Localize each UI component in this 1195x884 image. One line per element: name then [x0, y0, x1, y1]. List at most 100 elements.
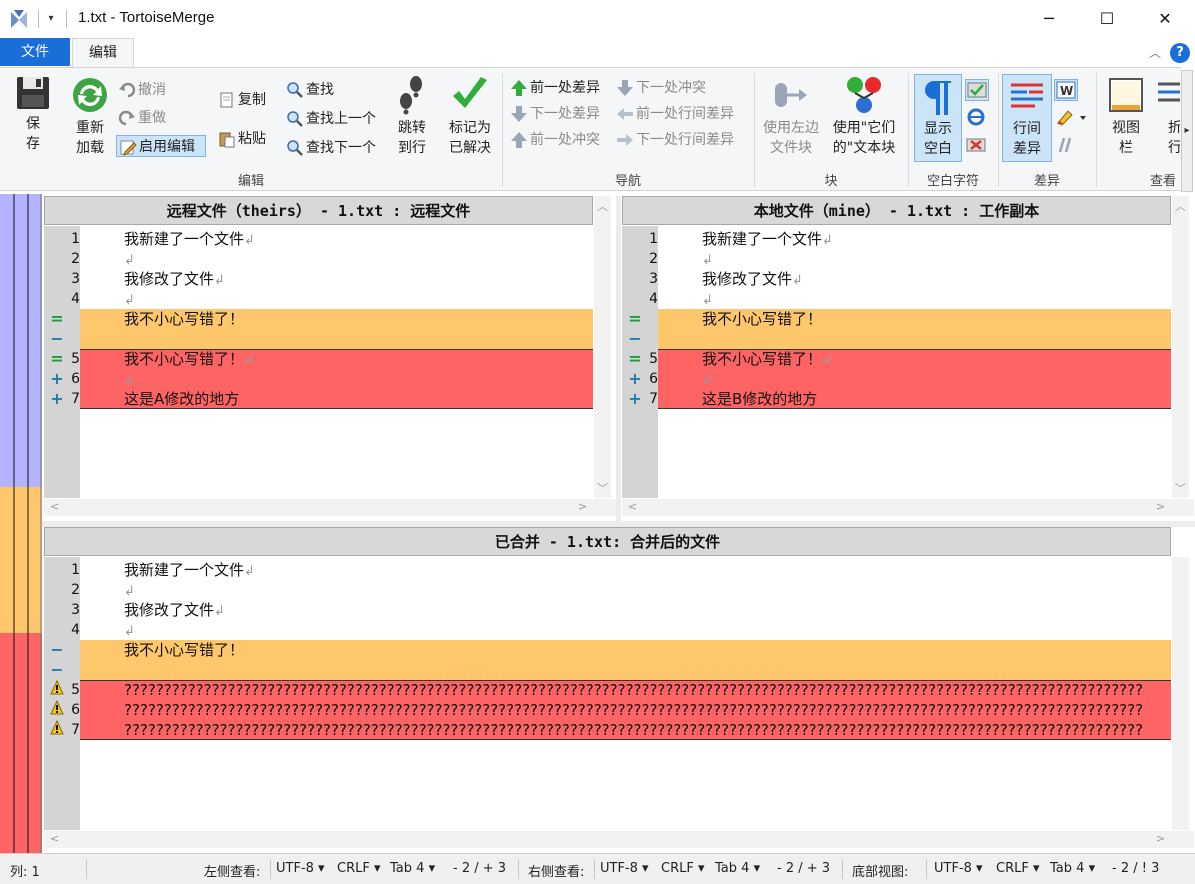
theirs-pane[interactable]: 远程文件（theirs） - 1.txt : 远程文件 1 我新建了一个文件↲ 2 ↲…: [44, 196, 616, 521]
show-whitespace-button[interactable]: 显示 空白: [914, 74, 962, 162]
diff-line[interactable]: − 我不小心写错了！: [44, 640, 1171, 660]
diff-line[interactable]: 3 我修改了文件↲: [622, 269, 1171, 289]
ignore-case-button[interactable]: [1054, 135, 1078, 157]
right-encoding-dropdown[interactable]: UTF-8 ▾: [600, 861, 649, 876]
vertical-scrollbar[interactable]: ︿ ﹀: [1172, 196, 1189, 498]
goto-line-button[interactable]: 跳转 到行: [390, 74, 434, 158]
close-button[interactable]: ✕: [1136, 0, 1194, 38]
tab-edit[interactable]: 编辑: [72, 38, 134, 68]
prev-inline-diff-button[interactable]: 前一处行间差异: [616, 103, 734, 125]
diff-line[interactable]: 4 ↲: [622, 289, 1171, 309]
scroll-right-icon[interactable]: >: [1152, 832, 1169, 845]
ribbon-scroll-right-icon[interactable]: ▸: [1181, 70, 1193, 192]
diff-line[interactable]: 4 ↲: [44, 620, 1171, 640]
diff-line[interactable]: +6 ↲: [622, 369, 1171, 389]
diff-line[interactable]: 2 ↲: [44, 580, 1171, 600]
diff-line[interactable]: 1 我新建了一个文件↲: [44, 560, 1171, 580]
left-eol-dropdown[interactable]: CRLF ▾: [337, 861, 381, 876]
scroll-left-icon[interactable]: <: [46, 500, 63, 513]
vertical-scrollbar[interactable]: ︿ ﹀: [594, 196, 611, 498]
diff-line[interactable]: 1 我新建了一个文件↲: [622, 229, 1171, 249]
diff-line[interactable]: 2 ↲: [44, 249, 593, 269]
bottom-encoding-dropdown[interactable]: UTF-8 ▾: [934, 861, 983, 876]
use-left-block-button[interactable]: 使用左边 文件块: [758, 74, 824, 158]
scroll-up-icon[interactable]: ︿: [594, 198, 611, 214]
find-next-button[interactable]: 查找下一个: [286, 137, 376, 159]
vertical-splitter[interactable]: [616, 196, 621, 521]
whitespace-option-3-button[interactable]: [965, 135, 989, 157]
scroll-right-icon[interactable]: >: [574, 500, 591, 513]
scroll-up-icon[interactable]: ︿: [1172, 198, 1189, 214]
undo-arrow-icon: [118, 81, 136, 99]
diff-line[interactable]: 2 ↲: [622, 249, 1171, 269]
ribbon-collapse-chevron-icon[interactable]: ︿: [1146, 44, 1164, 62]
scroll-left-icon[interactable]: <: [624, 500, 641, 513]
horizontal-scrollbar[interactable]: < >: [44, 499, 616, 516]
diff-line[interactable]: +6 ↲: [44, 369, 593, 389]
diff-line[interactable]: 4 ↲: [44, 289, 593, 309]
find-previous-button[interactable]: 查找上一个: [286, 108, 376, 130]
whitespace-option-2-button[interactable]: [965, 107, 989, 129]
mine-pane[interactable]: 本地文件（mine） - 1.txt : 工作副本 1 我新建了一个文件↲ 2 ↲ 3 我…: [622, 196, 1194, 521]
reload-button[interactable]: 重新 加载: [66, 74, 114, 158]
redo-button[interactable]: 重做: [118, 107, 166, 129]
diff-line[interactable]: −: [44, 660, 1171, 680]
right-encoding-value: UTF-8: [600, 861, 638, 876]
diff-line[interactable]: 6???????????????????????????????????????…: [44, 699, 1171, 720]
bottom-eol-dropdown[interactable]: CRLF ▾: [996, 861, 1040, 876]
right-tab-dropdown[interactable]: Tab 4 ▾: [715, 861, 760, 876]
vertical-scrollbar[interactable]: [1172, 557, 1189, 830]
enable-edit-button[interactable]: 启用编辑: [116, 135, 206, 157]
location-overview-bar[interactable]: [0, 194, 42, 853]
inline-diff-button[interactable]: 行间 差异: [1002, 74, 1052, 162]
next-diff-button[interactable]: 下一处差异: [510, 103, 600, 125]
next-inline-diff-button[interactable]: 下一处行间差异: [616, 129, 734, 151]
mark-resolved-button[interactable]: 标记为 已解决: [442, 74, 498, 158]
word-diff-button[interactable]: W: [1054, 79, 1078, 101]
diff-line[interactable]: 1 我新建了一个文件↲: [44, 229, 593, 249]
diff-highlight-dropdown[interactable]: [1054, 107, 1088, 129]
find-button[interactable]: 查找: [286, 79, 334, 101]
diff-line[interactable]: = 我不小心写错了！: [622, 309, 1171, 329]
undo-button[interactable]: 撤消: [118, 79, 166, 101]
tab-file[interactable]: 文件: [0, 38, 70, 66]
fold-button[interactable]: 折 行: [1154, 74, 1180, 158]
whitespace-option-1-button[interactable]: [965, 79, 989, 101]
maximize-button[interactable]: ☐: [1078, 0, 1136, 38]
diff-line[interactable]: −: [44, 329, 593, 349]
right-eol-dropdown[interactable]: CRLF ▾: [661, 861, 705, 876]
diff-line[interactable]: 3 我修改了文件↲: [44, 269, 593, 289]
merged-pane[interactable]: 已合并 - 1.txt: 合并后的文件 1 我新建了一个文件↲ 2 ↲ 3 我修改了文件↲…: [44, 527, 1194, 853]
diff-line[interactable]: 5???????????????????????????????????????…: [44, 679, 1171, 700]
copy-button[interactable]: 复制: [218, 89, 266, 111]
minimize-button[interactable]: ─: [1020, 0, 1078, 38]
diff-line[interactable]: = 我不小心写错了！: [44, 309, 593, 329]
diff-line[interactable]: = 5 我不小心写错了！↲: [622, 349, 1171, 369]
scroll-down-icon[interactable]: ﹀: [594, 480, 611, 496]
diff-line[interactable]: +7 这是B修改的地方: [622, 389, 1171, 409]
paste-button[interactable]: 粘贴: [218, 128, 266, 150]
help-button[interactable]: ?: [1170, 43, 1190, 63]
next-conflict-button[interactable]: 下一处冲突: [616, 77, 706, 99]
left-tab-dropdown[interactable]: Tab 4 ▾: [390, 861, 435, 876]
save-button[interactable]: 保 存: [8, 74, 58, 154]
left-encoding-dropdown[interactable]: UTF-8 ▾: [276, 861, 325, 876]
view-bar-button[interactable]: 视图 栏: [1102, 74, 1150, 158]
diff-line[interactable]: 3 我修改了文件↲: [44, 600, 1171, 620]
bottom-tab-dropdown[interactable]: Tab 4 ▾: [1050, 861, 1095, 876]
line-text: ↲: [702, 369, 1169, 389]
prev-diff-button[interactable]: 前一处差异: [510, 77, 600, 99]
quick-access-dropdown-icon[interactable]: ▾: [44, 10, 58, 28]
use-theirs-block-button[interactable]: 使用"它们 的"文本块: [826, 74, 902, 158]
scroll-right-icon[interactable]: >: [1152, 500, 1169, 513]
diff-line[interactable]: +7 这是A修改的地方: [44, 389, 593, 409]
scroll-left-icon[interactable]: <: [46, 832, 63, 845]
scroll-down-icon[interactable]: ﹀: [1172, 480, 1189, 496]
horizontal-scrollbar[interactable]: < >: [44, 831, 1194, 848]
prev-conflict-button[interactable]: 前一处冲突: [510, 129, 600, 151]
diff-line[interactable]: −: [622, 329, 1171, 349]
diff-line[interactable]: = 5 我不小心写错了！↲: [44, 349, 593, 369]
diff-line[interactable]: 7???????????????????????????????????????…: [44, 719, 1171, 740]
tortoisemerge-app-icon[interactable]: [8, 8, 30, 30]
horizontal-scrollbar[interactable]: < >: [622, 499, 1194, 516]
